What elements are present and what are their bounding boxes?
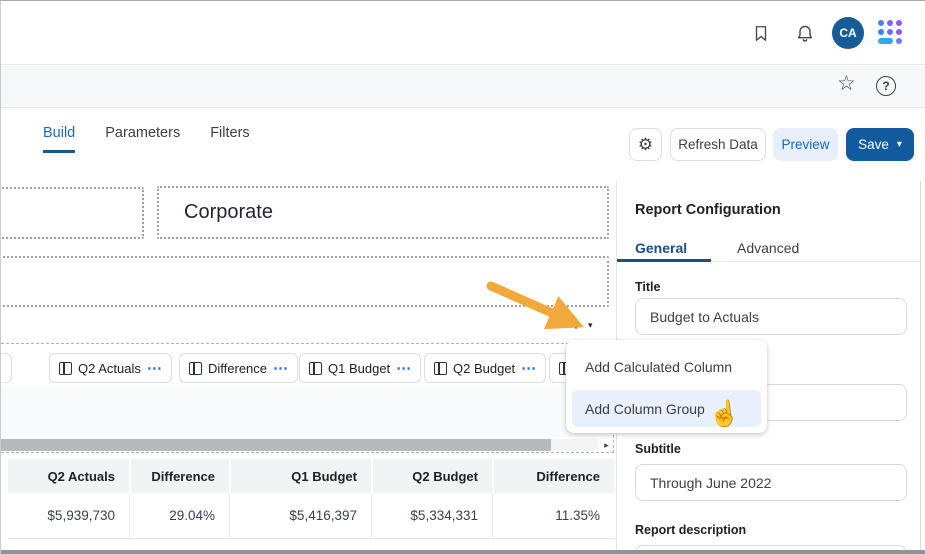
- plus-icon: +: [571, 316, 581, 333]
- tab-advanced[interactable]: Advanced: [737, 240, 799, 256]
- top-navigation-bar: CA: [1, 1, 925, 65]
- table-cell: $5,334,331: [371, 493, 492, 538]
- report-header-cell-empty[interactable]: [0, 187, 144, 239]
- columns-dropzone[interactable]: Q1 Actuals ⋯ Q2 Actuals ⋯ Difference ⋯ Q…: [0, 343, 614, 453]
- table-header-cell: Difference: [129, 459, 229, 493]
- user-avatar[interactable]: CA: [832, 17, 864, 49]
- chip-menu-icon[interactable]: ⋯: [521, 361, 536, 376]
- save-button[interactable]: Save ▾: [846, 128, 914, 161]
- app-launcher-grid-icon[interactable]: [878, 20, 902, 44]
- tab-filters[interactable]: Filters: [210, 125, 249, 153]
- column-chip-difference-1[interactable]: Difference ⋯: [179, 353, 298, 383]
- caret-down-icon: ▾: [897, 140, 902, 150]
- chip-menu-icon[interactable]: ⋯: [396, 361, 411, 376]
- horizontal-scrollbar-track[interactable]: [0, 439, 598, 451]
- column-icon: [434, 362, 447, 375]
- report-preview-table: Q2 Actuals Difference Q1 Budget Q2 Budge…: [8, 459, 614, 550]
- table-header-cell: Q2 Budget: [371, 459, 492, 493]
- notifications-bell-icon[interactable]: [795, 23, 815, 44]
- subtitle-label: Subtitle: [635, 442, 681, 456]
- add-column-dropdown-menu: Add Calculated Column Add Column Group: [566, 340, 767, 433]
- column-chip-q1-budget[interactable]: Q1 Budget ⋯: [299, 353, 421, 383]
- report-builder-tabs: Build Parameters Filters: [43, 125, 250, 153]
- preview-button[interactable]: Preview: [773, 128, 838, 161]
- report-description-label: Report description: [635, 523, 746, 537]
- horizontal-scrollbar-thumb[interactable]: [0, 439, 551, 451]
- tab-build[interactable]: Build: [43, 125, 75, 153]
- favorite-star-icon[interactable]: ☆: [837, 73, 856, 94]
- bookmark-icon[interactable]: [752, 24, 770, 43]
- gear-icon: ⚙: [638, 135, 653, 155]
- column-chip-q2-actuals[interactable]: Q2 Actuals ⋯: [49, 353, 172, 383]
- help-icon[interactable]: ?: [876, 76, 896, 96]
- report-subheader-cell-empty[interactable]: [0, 256, 609, 307]
- table-header-cell: Q1 Budget: [229, 459, 371, 493]
- column-icon: [309, 362, 322, 375]
- column-icon: [59, 362, 72, 375]
- secondary-bar: [1, 66, 925, 108]
- title-input[interactable]: [635, 298, 907, 335]
- column-chip-q1-actuals[interactable]: Q1 Actuals ⋯: [0, 353, 12, 383]
- window-bottom-edge: [1, 550, 925, 554]
- table-row: $5,939,730 29.04% $5,416,397 $5,334,331 …: [8, 493, 614, 538]
- menu-item-add-column-group[interactable]: Add Column Group: [572, 390, 761, 427]
- chip-menu-icon[interactable]: ⋯: [0, 361, 1, 376]
- tab-general[interactable]: General: [635, 240, 687, 256]
- chip-menu-icon[interactable]: ⋯: [273, 361, 288, 376]
- table-header-cell: Q2 Actuals: [8, 459, 129, 493]
- add-column-button[interactable]: + ▾: [571, 312, 613, 336]
- app-window: CA ☆ ? Build Parameters Filters ⚙ Refres…: [0, 0, 925, 554]
- report-header-cell-corporate[interactable]: Corporate: [157, 186, 609, 239]
- column-icon: [189, 362, 202, 375]
- save-button-label: Save: [858, 137, 889, 152]
- column-chip-q2-budget[interactable]: Q2 Budget ⋯: [424, 353, 546, 383]
- table-row-separator: [8, 538, 614, 550]
- tab-parameters[interactable]: Parameters: [105, 125, 180, 153]
- subtitle-input[interactable]: [635, 464, 907, 501]
- refresh-data-button[interactable]: Refresh Data: [670, 128, 766, 161]
- settings-button[interactable]: ⚙: [629, 128, 662, 161]
- header-cell-text: Corporate: [159, 201, 273, 224]
- menu-item-add-calculated-column[interactable]: Add Calculated Column: [572, 346, 761, 388]
- scrollbar-right-arrow[interactable]: ▸: [598, 439, 614, 451]
- table-cell: $5,416,397: [229, 493, 371, 538]
- panel-heading: Report Configuration: [635, 202, 781, 218]
- table-cell: $5,939,730: [8, 493, 129, 538]
- caret-down-icon: ▾: [588, 319, 593, 330]
- table-header-cell: Difference: [492, 459, 614, 493]
- active-tab-underline: [617, 259, 711, 262]
- table-cell: 11.35%: [492, 493, 614, 538]
- chip-menu-icon[interactable]: ⋯: [147, 361, 162, 376]
- title-label: Title: [635, 280, 660, 294]
- column-group-row-empty: [0, 386, 614, 437]
- table-cell: 29.04%: [129, 493, 229, 538]
- table-header-row: Q2 Actuals Difference Q1 Budget Q2 Budge…: [8, 459, 614, 493]
